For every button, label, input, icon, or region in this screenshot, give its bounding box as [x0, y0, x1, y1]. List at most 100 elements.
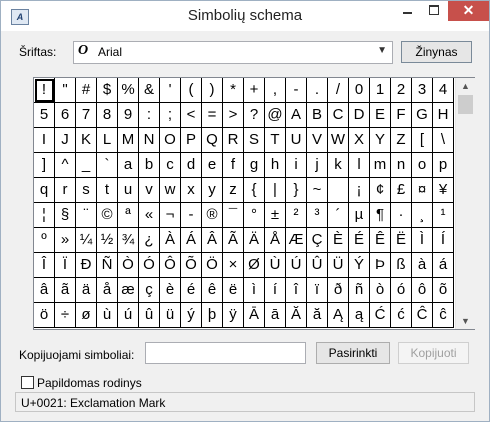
character-cell[interactable]: O	[160, 128, 181, 153]
character-cell[interactable]: Ä	[244, 228, 265, 253]
character-cell[interactable]: m	[370, 153, 391, 178]
character-cell[interactable]: Ø	[244, 253, 265, 278]
character-cell[interactable]: 7	[76, 103, 97, 128]
character-cell[interactable]: ø	[76, 303, 97, 328]
character-cell[interactable]: Ë	[391, 228, 412, 253]
character-cell[interactable]: ă	[307, 303, 328, 328]
character-cell[interactable]: ¡	[349, 178, 370, 203]
character-cell[interactable]: J	[55, 128, 76, 153]
character-cell[interactable]: ö	[34, 303, 55, 328]
character-cell[interactable]: E	[370, 103, 391, 128]
character-cell[interactable]: S	[244, 128, 265, 153]
copy-button[interactable]: Kopijuoti	[398, 342, 469, 364]
character-cell[interactable]: "	[55, 78, 76, 103]
character-cell[interactable]: o	[412, 153, 433, 178]
character-cell[interactable]: c	[160, 153, 181, 178]
character-cell[interactable]: Á	[181, 228, 202, 253]
character-cell[interactable]: ä	[76, 278, 97, 303]
character-cell[interactable]: r	[55, 178, 76, 203]
character-cell[interactable]: }	[286, 178, 307, 203]
character-cell[interactable]: â	[34, 278, 55, 303]
character-cell[interactable]: 3	[412, 78, 433, 103]
character-cell[interactable]: M	[118, 128, 139, 153]
character-cell[interactable]: C	[328, 103, 349, 128]
character-cell[interactable]: ć	[391, 303, 412, 328]
character-cell[interactable]: Í	[433, 228, 454, 253]
character-cell[interactable]: ò	[370, 278, 391, 303]
character-cell[interactable]: j	[307, 153, 328, 178]
character-cell[interactable]: ÿ	[223, 303, 244, 328]
character-cell[interactable]: «	[139, 203, 160, 228]
character-cell[interactable]: (	[181, 78, 202, 103]
character-cell[interactable]: ÷	[55, 303, 76, 328]
character-cell[interactable]: f	[223, 153, 244, 178]
character-cell[interactable]: x	[181, 178, 202, 203]
character-cell[interactable]: h	[265, 153, 286, 178]
character-cell[interactable]: @	[265, 103, 286, 128]
character-cell[interactable]: 5	[34, 103, 55, 128]
character-cell[interactable]: ï	[307, 278, 328, 303]
character-cell[interactable]: ×	[223, 253, 244, 278]
character-cell[interactable]: Ą	[328, 303, 349, 328]
character-cell[interactable]: 9	[118, 103, 139, 128]
character-cell[interactable]: ~	[307, 178, 328, 203]
character-cell[interactable]: ;	[160, 103, 181, 128]
character-cell[interactable]: Ĉ	[412, 303, 433, 328]
character-cell[interactable]: F	[391, 103, 412, 128]
character-cell[interactable]: >	[223, 103, 244, 128]
character-cell[interactable]: G	[412, 103, 433, 128]
character-cell[interactable]: Ã	[223, 228, 244, 253]
character-cell[interactable]: ¾	[118, 228, 139, 253]
character-cell[interactable]: z	[223, 178, 244, 203]
character-cell[interactable]: Y	[370, 128, 391, 153]
character-cell[interactable]: -	[181, 203, 202, 228]
character-cell[interactable]: {	[244, 178, 265, 203]
character-cell[interactable]: ù	[97, 303, 118, 328]
character-cell[interactable]: u	[118, 178, 139, 203]
character-cell[interactable]: ?	[244, 103, 265, 128]
character-cell[interactable]: &	[139, 78, 160, 103]
characters-to-copy-input[interactable]	[145, 342, 306, 364]
advanced-view-label[interactable]: Papildomas rodinys	[37, 376, 142, 390]
character-cell[interactable]: È	[328, 228, 349, 253]
character-cell[interactable]: ¨	[76, 203, 97, 228]
character-cell[interactable]: w	[160, 178, 181, 203]
character-cell[interactable]: X	[349, 128, 370, 153]
character-cell[interactable]: 1	[370, 78, 391, 103]
character-cell[interactable]: \	[433, 128, 454, 153]
character-cell[interactable]: s	[76, 178, 97, 203]
character-cell[interactable]: b	[139, 153, 160, 178]
maximize-button[interactable]	[421, 1, 448, 21]
character-cell[interactable]: B	[307, 103, 328, 128]
character-cell[interactable]: Ô	[160, 253, 181, 278]
character-cell[interactable]: µ	[349, 203, 370, 228]
character-cell[interactable]: ë	[223, 278, 244, 303]
character-cell[interactable]: í	[265, 278, 286, 303]
character-cell[interactable]: D	[349, 103, 370, 128]
character-cell[interactable]: æ	[118, 278, 139, 303]
character-cell[interactable]: Q	[202, 128, 223, 153]
character-cell[interactable]: Å	[265, 228, 286, 253]
grid-scrollbar[interactable]: ▲ ▼	[455, 78, 475, 329]
close-button[interactable]: ✕	[448, 1, 489, 21]
character-cell[interactable]: ]	[34, 153, 55, 178]
character-cell[interactable]: -	[286, 78, 307, 103]
select-button[interactable]: Pasirinkti	[316, 342, 390, 364]
character-cell[interactable]: Ñ	[97, 253, 118, 278]
character-cell[interactable]: Ú	[286, 253, 307, 278]
character-cell[interactable]: I	[34, 128, 55, 153]
character-cell[interactable]: L	[97, 128, 118, 153]
character-cell[interactable]: ²	[286, 203, 307, 228]
character-cell[interactable]: /	[328, 78, 349, 103]
character-cell[interactable]: l	[349, 153, 370, 178]
character-cell[interactable]: ¢	[370, 178, 391, 203]
character-cell[interactable]: à	[412, 253, 433, 278]
character-cell[interactable]: Ò	[118, 253, 139, 278]
character-cell[interactable]: Ö	[202, 253, 223, 278]
character-cell[interactable]: Ý	[349, 253, 370, 278]
character-cell[interactable]	[328, 178, 349, 203]
character-cell[interactable]: ô	[412, 278, 433, 303]
character-cell[interactable]: ¥	[433, 178, 454, 203]
character-cell[interactable]: Â	[202, 228, 223, 253]
character-cell[interactable]: 6	[55, 103, 76, 128]
